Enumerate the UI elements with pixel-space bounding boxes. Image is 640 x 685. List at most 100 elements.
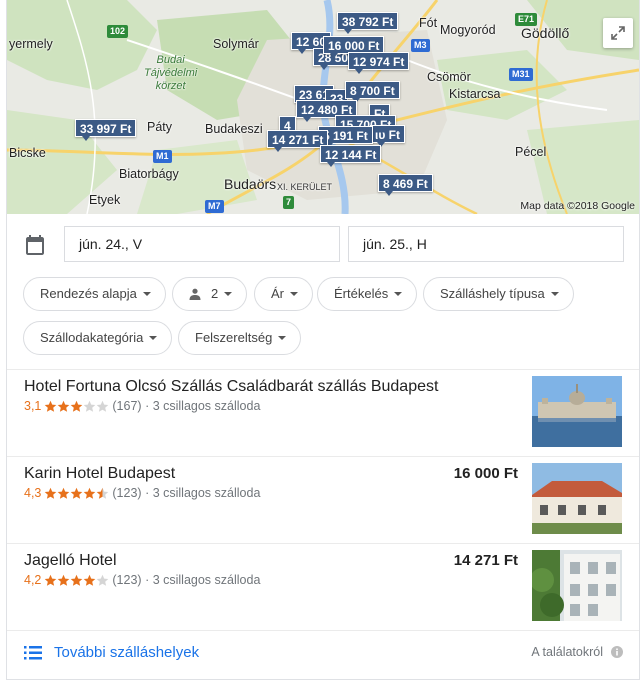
hotel-meta: 4,2 (123) · 3 csillagos szálloda	[24, 573, 260, 587]
more-hotels-label: További szálláshelyek	[54, 644, 200, 661]
rating-filter-label: Értékelés	[334, 286, 389, 301]
map-label-pecel: Pécel	[515, 145, 547, 159]
map-label-fot: Fót	[419, 16, 438, 30]
review-count: (167)	[112, 399, 142, 413]
star-rating	[44, 487, 109, 500]
map-label-mogyorod: Mogyoród	[440, 23, 496, 37]
star-icon	[58, 487, 70, 499]
list-icon	[24, 645, 42, 659]
price-filter-chip[interactable]: Ár	[254, 277, 313, 311]
map-label-paty: Páty	[147, 120, 173, 134]
star-icon	[58, 400, 70, 412]
hotel-name: Hotel Fortuna Olcsó Szállás Családbarát …	[24, 378, 439, 395]
caret-down-icon	[149, 336, 158, 340]
star-icon	[58, 574, 70, 586]
review-count: (123)	[112, 486, 142, 500]
info-icon	[611, 646, 623, 658]
star-icon	[45, 574, 57, 586]
category-filter-chip[interactable]: Szállodakategória	[23, 321, 173, 355]
star-icon	[71, 400, 83, 412]
map-price-pin[interactable]: 12 974 Ft	[348, 52, 410, 74]
hotel-category: · 3 csillagos szálloda	[145, 573, 261, 587]
hotel-rating: 4,3	[24, 486, 42, 500]
road-shield-m3: M3	[411, 39, 430, 52]
map-label-solymar: Solymár	[213, 37, 259, 51]
road-shield-e71: E71	[515, 13, 538, 26]
map-price-pin[interactable]: 33 997 Ft	[75, 119, 137, 141]
hotel-photo[interactable]	[532, 376, 622, 447]
sort-filter-chip[interactable]: Rendezés alapja	[23, 277, 166, 311]
hotel-price: 16 000 Ft	[453, 465, 518, 482]
map-attribution: Map data ©2018 Google	[520, 200, 635, 212]
hotel-rating: 3,1	[24, 399, 42, 413]
map-label-xi-kerulet: XI. KERÜLET	[277, 182, 333, 192]
hotel-result-row[interactable]: Hotel Fortuna Olcsó Szállás Családbarát …	[7, 369, 639, 455]
hotel-rating: 4,2	[24, 573, 42, 587]
star-icon	[45, 400, 57, 412]
map-label-biatorbagy: Biatorbágy	[119, 167, 179, 181]
rating-filter-chip[interactable]: Értékelés	[317, 277, 418, 311]
map-price-pin[interactable]: 8 469 Ft	[378, 174, 433, 196]
price-filter-label: Ár	[271, 286, 284, 301]
guests-filter-label: 2	[211, 286, 219, 301]
map-price-pin[interactable]: 12 144 Ft	[320, 145, 382, 167]
about-results-link[interactable]: A találatokról	[531, 645, 623, 659]
caret-down-icon	[394, 292, 403, 296]
road-shield-102: 102	[107, 25, 129, 38]
hotel-name: Jagelló Hotel	[24, 552, 117, 569]
calendar-icon	[26, 235, 44, 255]
about-results-label: A találatokról	[531, 645, 603, 659]
hotel-result-row[interactable]: Karin Hotel Budapest 4,3 (123) · 3 csill…	[7, 456, 639, 542]
category-filter-label: Szállodakategória	[40, 330, 144, 345]
caret-down-icon	[290, 292, 298, 296]
caret-down-icon	[278, 336, 287, 340]
star-icon	[97, 574, 109, 586]
date-selector: jún. 24., V jún. 25., H	[7, 214, 639, 274]
map-price-pin[interactable]: 38 792 Ft	[337, 12, 399, 34]
caret-down-icon	[142, 292, 151, 296]
hotel-photo[interactable]	[532, 550, 622, 621]
karin-hotel-photo	[532, 463, 622, 534]
amenities-filter-label: Felszereltség	[195, 330, 273, 345]
map-label-bicske: Bicske	[9, 146, 46, 160]
road-shield-7: 7	[283, 196, 295, 209]
hotel-result-row[interactable]: Jagelló Hotel 4,2 (123) · 3 csillagos sz…	[7, 543, 639, 629]
map-label-budaors: Budaörs	[224, 176, 277, 192]
star-icon	[71, 487, 83, 499]
map-label-kistarcsa: Kistarcsa	[449, 87, 501, 101]
map-label-budakeszi: Budakeszi	[205, 122, 263, 136]
caret-down-icon	[550, 292, 559, 296]
expand-icon	[611, 26, 625, 40]
hotel-map[interactable]: yermely Solymár Budai Tájvédelmi körzet …	[7, 0, 639, 214]
sort-filter-label: Rendezés alapja	[40, 286, 137, 301]
hotel-photo[interactable]	[532, 463, 622, 534]
road-shield-m1: M1	[153, 150, 172, 163]
more-hotels-link[interactable]: További szálláshelyek	[24, 644, 199, 661]
map-price-pin[interactable]: 8 700 Ft	[345, 81, 400, 103]
star-icon	[45, 487, 57, 499]
map-label-godollo: Gödöllő	[521, 25, 570, 41]
results-footer: További szálláshelyek A találatokról	[7, 630, 639, 679]
road-shield-m31: M31	[509, 68, 533, 81]
guests-filter-chip[interactable]: 2	[172, 277, 248, 311]
star-icon	[84, 400, 96, 412]
star-rating	[44, 400, 109, 413]
map-label-budai-park: Budai Tájvédelmi körzet	[144, 54, 198, 92]
hotel-meta: 3,1 (167) · 3 csillagos szálloda	[24, 399, 260, 413]
star-icon	[97, 487, 109, 499]
map-price-pin[interactable]: ιυ Ft	[370, 125, 405, 147]
hotel-price: 14 271 Ft	[453, 552, 518, 569]
hotel-category: · 3 csillagos szálloda	[145, 399, 261, 413]
amenities-filter-chip[interactable]: Felszereltség	[178, 321, 302, 355]
review-count: (123)	[112, 573, 142, 587]
checkout-date-field[interactable]: jún. 25., H	[348, 226, 624, 262]
star-icon	[84, 487, 96, 499]
checkin-date-field[interactable]: jún. 24., V	[64, 226, 340, 262]
star-icon	[97, 400, 109, 412]
type-filter-chip[interactable]: Szálláshely típusa	[423, 277, 574, 311]
parliament-photo	[532, 376, 622, 447]
expand-map-button[interactable]	[603, 18, 633, 48]
map-label-gyermely: yermely	[9, 37, 53, 51]
hotel-results-card: yermely Solymár Budai Tájvédelmi körzet …	[6, 0, 640, 680]
jagello-hotel-photo	[532, 550, 622, 621]
